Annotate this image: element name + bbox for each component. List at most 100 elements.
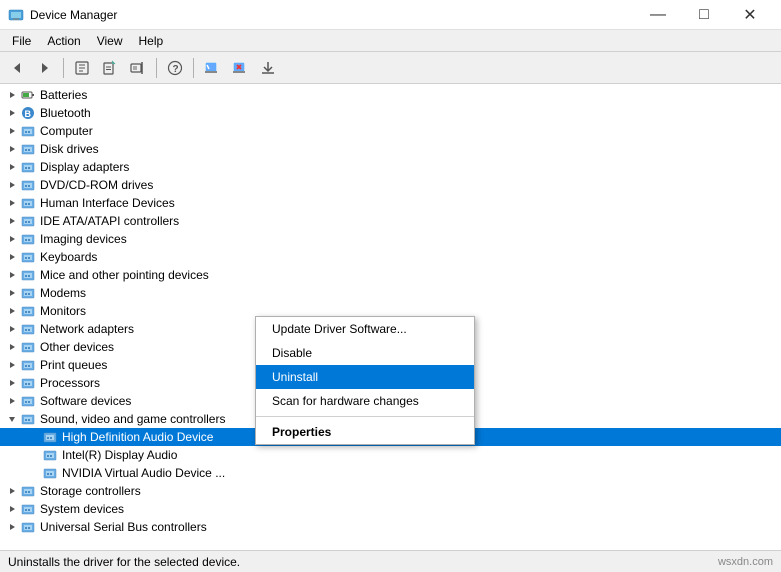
tree-item-ide[interactable]: IDE ATA/ATAPI controllers <box>0 212 781 230</box>
device-icon-disk-drives <box>20 141 36 157</box>
expand-arrow-monitors[interactable] <box>4 303 20 319</box>
context-update-driver[interactable]: Update Driver Software... <box>256 317 474 341</box>
watermark: wsxdn.com <box>718 556 773 568</box>
expand-arrow-hd-audio[interactable] <box>26 429 42 445</box>
tree-item-nvidia-virtual[interactable]: NVIDIA Virtual Audio Device ... <box>0 464 781 482</box>
tree-item-usb[interactable]: Universal Serial Bus controllers <box>0 518 781 536</box>
expand-arrow-software[interactable] <box>4 393 20 409</box>
tree-item-dvd-rom[interactable]: DVD/CD-ROM drives <box>0 176 781 194</box>
update-driver-button[interactable] <box>97 56 123 80</box>
tree-label-usb: Universal Serial Bus controllers <box>40 520 207 534</box>
expand-arrow-modems[interactable] <box>4 285 20 301</box>
help-button[interactable]: ? <box>162 56 188 80</box>
expand-arrow-imaging[interactable] <box>4 231 20 247</box>
tree-label-mice: Mice and other pointing devices <box>40 268 209 282</box>
device-icon-nvidia-virtual <box>42 465 58 481</box>
menu-help[interactable]: Help <box>131 32 172 50</box>
tree-item-computer[interactable]: Computer <box>0 122 781 140</box>
tree-item-bluetooth[interactable]: B Bluetooth <box>0 104 781 122</box>
device-icon-keyboards <box>20 249 36 265</box>
context-disable[interactable]: Disable <box>256 341 474 365</box>
menu-action[interactable]: Action <box>39 32 88 50</box>
device-icon-print <box>20 357 36 373</box>
tree-item-imaging[interactable]: Imaging devices <box>0 230 781 248</box>
expand-arrow-hid[interactable] <box>4 195 20 211</box>
tree-item-disk-drives[interactable]: Disk drives <box>0 140 781 158</box>
expand-arrow-sound[interactable] <box>4 411 20 427</box>
tree-item-system[interactable]: System devices <box>0 500 781 518</box>
close-button[interactable]: ✕ <box>727 0 773 30</box>
context-uninstall[interactable]: Uninstall <box>256 365 474 389</box>
tree-label-ide: IDE ATA/ATAPI controllers <box>40 214 179 228</box>
expand-arrow-print[interactable] <box>4 357 20 373</box>
tree-item-intel-display[interactable]: Intel(R) Display Audio <box>0 446 781 464</box>
expand-arrow-usb[interactable] <box>4 519 20 535</box>
device-icon-software <box>20 393 36 409</box>
expand-arrow-computer[interactable] <box>4 123 20 139</box>
expand-arrow-nvidia-virtual[interactable] <box>26 465 42 481</box>
tree-label-hd-audio: High Definition Audio Device <box>62 430 213 444</box>
device-icon-monitors <box>20 303 36 319</box>
device-icon-computer <box>20 123 36 139</box>
expand-arrow-intel-display[interactable] <box>26 447 42 463</box>
status-bar: Uninstalls the driver for the selected d… <box>0 550 781 572</box>
uninstall-button[interactable] <box>227 56 253 80</box>
device-icon-network <box>20 321 36 337</box>
tree-item-mice[interactable]: Mice and other pointing devices <box>0 266 781 284</box>
tree-label-monitors: Monitors <box>40 304 86 318</box>
context-scan[interactable]: Scan for hardware changes <box>256 389 474 413</box>
menu-view[interactable]: View <box>89 32 131 50</box>
disable-button[interactable] <box>199 56 225 80</box>
expand-arrow-other[interactable] <box>4 339 20 355</box>
tree-item-keyboards[interactable]: Keyboards <box>0 248 781 266</box>
tree-item-storage[interactable]: Storage controllers <box>0 482 781 500</box>
expand-arrow-storage[interactable] <box>4 483 20 499</box>
maximize-button[interactable]: □ <box>681 0 727 30</box>
title-controls: — □ ✕ <box>635 0 773 30</box>
expand-arrow-bluetooth[interactable] <box>4 105 20 121</box>
tree-label-intel-display: Intel(R) Display Audio <box>62 448 177 462</box>
tree-item-display-adapters[interactable]: Display adapters <box>0 158 781 176</box>
tree-label-batteries: Batteries <box>40 88 87 102</box>
device-icon-display-adapters <box>20 159 36 175</box>
expand-arrow-mice[interactable] <box>4 267 20 283</box>
device-icon-system <box>20 501 36 517</box>
tree-label-modems: Modems <box>40 286 86 300</box>
forward-button[interactable] <box>32 56 58 80</box>
menu-bar: File Action View Help <box>0 30 781 52</box>
device-icon-hid <box>20 195 36 211</box>
expand-arrow-system[interactable] <box>4 501 20 517</box>
app-icon <box>8 7 24 23</box>
expand-arrow-ide[interactable] <box>4 213 20 229</box>
toolbar-sep-1 <box>63 58 64 78</box>
context-properties[interactable]: Properties <box>256 420 474 444</box>
expand-arrow-network[interactable] <box>4 321 20 337</box>
device-icon-batteries <box>20 87 36 103</box>
expand-arrow-display-adapters[interactable] <box>4 159 20 175</box>
minimize-button[interactable]: — <box>635 0 681 30</box>
expand-arrow-disk-drives[interactable] <box>4 141 20 157</box>
expand-arrow-processors[interactable] <box>4 375 20 391</box>
expand-arrow-batteries[interactable] <box>4 87 20 103</box>
expand-arrow-keyboards[interactable] <box>4 249 20 265</box>
device-icon-sound <box>20 411 36 427</box>
tree-item-modems[interactable]: Modems <box>0 284 781 302</box>
tree-item-batteries[interactable]: Batteries <box>0 86 781 104</box>
tree-item-hid[interactable]: Human Interface Devices <box>0 194 781 212</box>
scan-button[interactable] <box>125 56 151 80</box>
title-bar: Device Manager — □ ✕ <box>0 0 781 30</box>
device-icon-other <box>20 339 36 355</box>
status-text: Uninstalls the driver for the selected d… <box>8 555 240 569</box>
tree-label-keyboards: Keyboards <box>40 250 97 264</box>
svg-text:B: B <box>25 109 32 119</box>
tree-label-other: Other devices <box>40 340 114 354</box>
context-menu: Update Driver Software... Disable Uninst… <box>255 316 475 445</box>
tree-label-print: Print queues <box>40 358 107 372</box>
back-button[interactable] <box>4 56 30 80</box>
menu-file[interactable]: File <box>4 32 39 50</box>
download-button[interactable] <box>255 56 281 80</box>
tree-label-imaging: Imaging devices <box>40 232 127 246</box>
properties-button[interactable] <box>69 56 95 80</box>
tree-label-processors: Processors <box>40 376 100 390</box>
expand-arrow-dvd-rom[interactable] <box>4 177 20 193</box>
